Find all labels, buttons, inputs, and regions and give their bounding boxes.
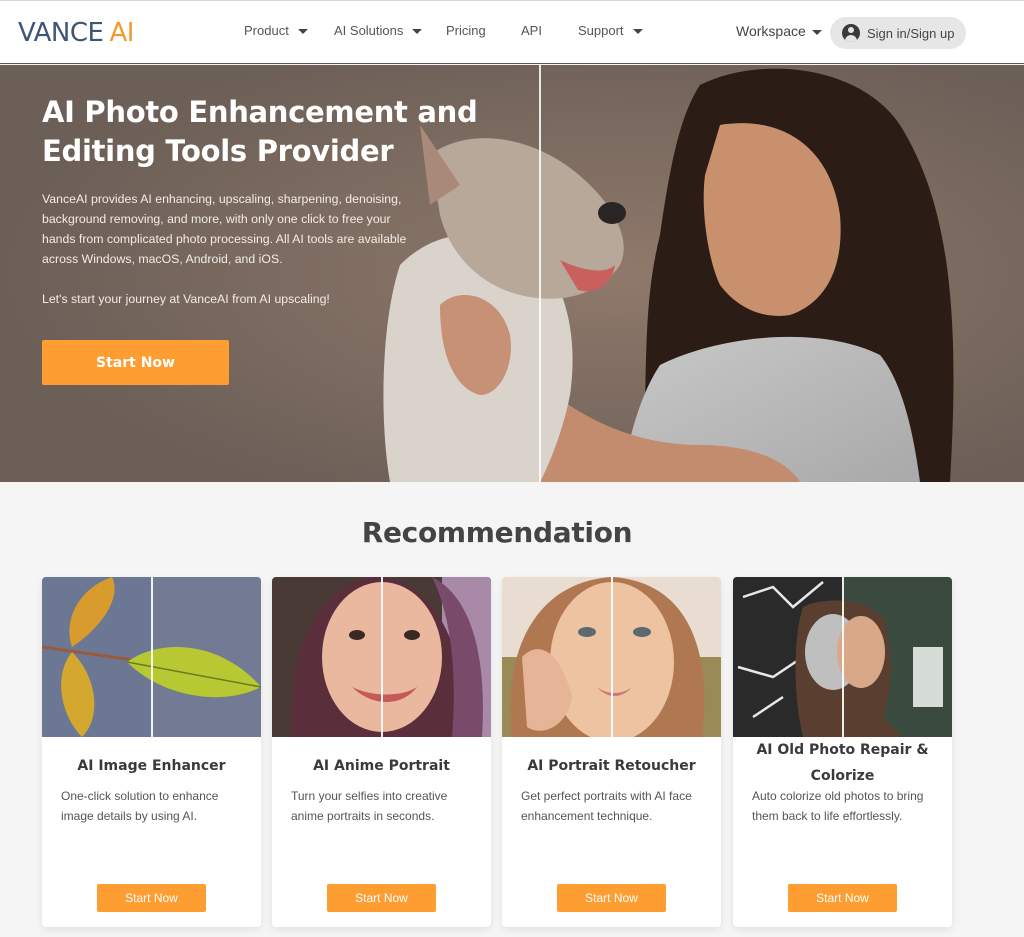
hero-description: VanceAI provides AI enhancing, upscaling… [42, 192, 407, 266]
nav-support[interactable]: Support [578, 23, 643, 38]
before-after-divider [842, 577, 844, 737]
nav-api[interactable]: API [521, 23, 542, 38]
before-after-divider [611, 577, 613, 737]
card-title: AI Anime Portrait [313, 758, 450, 774]
before-after-divider[interactable] [539, 65, 541, 482]
card-image-leaf [42, 577, 261, 737]
chevron-down-icon [811, 29, 822, 35]
start-now-button[interactable]: Start Now [788, 884, 897, 912]
card-description: Get perfect portraits with AI face enhan… [521, 789, 692, 823]
card-ai-portrait-retoucher[interactable]: AI Portrait Retoucher Get perfect portra… [502, 577, 721, 927]
chevron-down-icon [632, 29, 643, 34]
start-now-button[interactable]: Start Now [327, 884, 436, 912]
chevron-down-icon [412, 29, 423, 34]
card-ai-anime-portrait[interactable]: AI Anime Portrait Turn your selfies into… [272, 577, 491, 927]
recommendation-heading: Recommendation [361, 516, 633, 549]
before-after-divider [381, 577, 383, 737]
signin-label: Sign in/Sign up [867, 25, 955, 41]
vanceai-logo[interactable]: VANCE AI [18, 17, 134, 49]
workspace-dropdown[interactable]: Workspace [736, 23, 822, 39]
nav-pricing[interactable]: Pricing [446, 23, 486, 38]
hero-start-now-button[interactable]: Start Now [42, 340, 229, 385]
nav-pricing-label: Pricing [446, 23, 486, 38]
start-now-button[interactable]: Start Now [97, 884, 206, 912]
card-image-portrait [502, 577, 721, 737]
chevron-down-icon [297, 29, 308, 34]
before-after-divider [151, 577, 153, 737]
start-now-button[interactable]: Start Now [557, 884, 666, 912]
card-description: Auto colorize old photos to bring them b… [752, 789, 924, 823]
logo-text-accent: AI [109, 18, 134, 48]
card-title: AI Old Photo Repair & Colorize [756, 742, 929, 784]
hero-title: AI Photo Enhancement and Editing Tools P… [42, 95, 478, 168]
nav-product-label: Product [244, 23, 289, 38]
logo-text-primary: VANCE [18, 18, 104, 48]
signin-button[interactable]: Sign in/Sign up [830, 17, 966, 49]
card-image-anime [272, 577, 491, 737]
card-ai-old-photo-repair[interactable]: AI Old Photo Repair & Colorize Auto colo… [733, 577, 952, 927]
nav-product[interactable]: Product [244, 23, 308, 38]
card-title: AI Portrait Retoucher [527, 758, 696, 774]
user-circle-icon [842, 24, 860, 42]
card-title: AI Image Enhancer [77, 758, 226, 774]
workspace-label: Workspace [736, 23, 806, 39]
nav-api-label: API [521, 23, 542, 38]
nav-support-label: Support [578, 23, 624, 38]
card-ai-image-enhancer[interactable]: AI Image Enhancer One-click solution to … [42, 577, 261, 927]
top-nav-bar: VANCE AI Product AI Solutions Pricing API… [0, 0, 1024, 64]
hero-banner: AI Photo Enhancement and Editing Tools P… [0, 65, 1024, 482]
nav-ai-solutions[interactable]: AI Solutions [334, 23, 423, 38]
card-description: Turn your selfies into creative anime po… [291, 789, 448, 823]
nav-ai-solutions-label: AI Solutions [334, 23, 404, 38]
hero-subtext: Let's start your journey at VanceAI from… [42, 292, 330, 306]
card-description: One-click solution to enhance image deta… [61, 789, 219, 823]
card-image-old-photo [733, 577, 952, 737]
